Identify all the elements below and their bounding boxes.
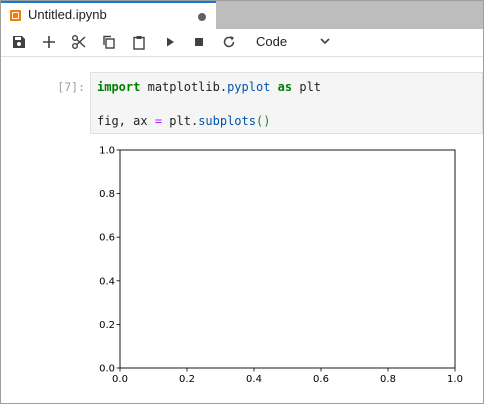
tab-title: Untitled.ipynb [28,7,107,22]
x-tick-label: 0.6 [313,374,329,385]
play-icon [167,37,174,47]
y-tick-label: 0.0 [99,364,115,375]
restart-icon [223,36,235,48]
code-cell-editor[interactable]: import matplotlib.pyplot as plt fig, ax … [90,72,483,134]
tab-untitled-notebook[interactable]: Untitled.ipynb [1,1,216,29]
insert-cell-button[interactable] [39,33,59,51]
x-tick-label: 0.0 [112,374,128,385]
plot-axes-frame [119,149,456,369]
tab-bar: Untitled.ipynb [1,1,483,30]
notebook-window: Untitled.ipynb Code [7]: import matplotl… [0,0,484,404]
paste-icon [133,35,145,50]
cell-output-plot: 0.0 0.2 0.4 0.6 0.8 1.0 0.0 0.2 0.4 0.6 0.8 1.0 [99,146,463,386]
x-tick-label: 0.8 [380,374,396,385]
submodule-name: pyplot [227,80,271,94]
x-tick-label: 0.2 [179,374,195,385]
copy-icon [103,35,115,49]
y-tick-label: 0.6 [99,233,115,244]
y-tick-label: 0.4 [99,276,115,287]
module-name: matplotlib. [147,80,228,94]
run-button[interactable] [160,33,180,51]
import-alias: plt [299,80,322,94]
interrupt-button[interactable] [189,33,209,51]
keyword-import: import [97,80,141,94]
object-name: plt. [169,114,199,128]
code-line-2: fig, ax = plt.subplots() [97,114,270,128]
save-button[interactable] [9,33,29,51]
function-name: subplots [198,114,256,128]
cell-type-select[interactable]: Code [253,32,335,52]
assignment-operator: = [154,114,163,128]
call-parentheses: () [255,114,271,128]
chevron-down-icon [320,38,330,45]
plus-icon [43,36,55,48]
y-tick-label: 0.2 [99,320,115,331]
copy-button[interactable] [99,33,119,51]
cut-button[interactable] [69,33,89,51]
x-tick-label: 0.4 [246,374,262,385]
cell-type-value: Code [256,34,288,49]
save-icon [13,36,25,48]
y-tick-label: 1.0 [99,146,115,157]
restart-kernel-button[interactable] [219,33,239,51]
cell-input-prompt: [7]: [57,80,85,94]
notebook-toolbar: Code [1,29,483,57]
y-tick-label: 0.8 [99,189,115,200]
code-line-1: import matplotlib.pyplot as plt [97,80,321,94]
unsaved-changes-dot-icon[interactable] [198,13,206,21]
keyword-as: as [277,80,293,94]
stop-icon [195,38,203,46]
scissors-icon [72,35,86,49]
paste-button[interactable] [129,33,149,51]
assignment-targets: fig, ax [97,114,148,128]
x-tick-label: 1.0 [447,374,463,385]
notebook-icon [10,10,21,21]
